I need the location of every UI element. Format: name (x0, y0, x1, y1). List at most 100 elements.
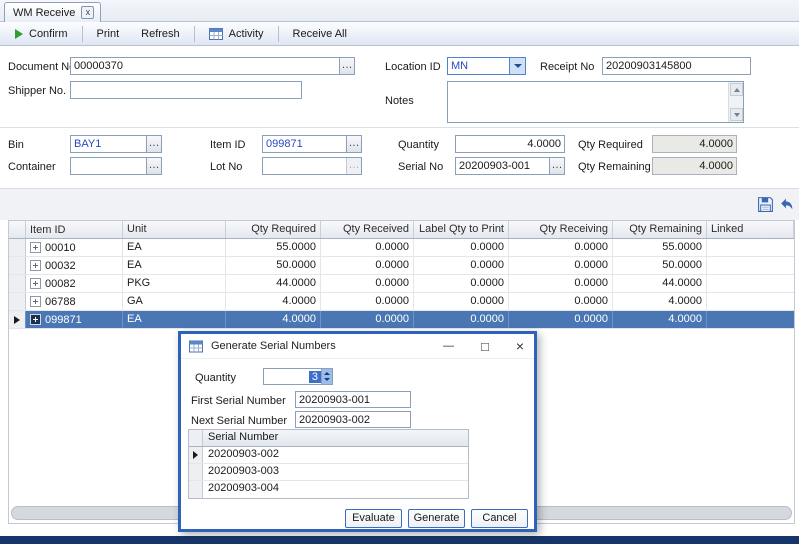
document-no-field[interactable]: 00000370 … (70, 57, 355, 75)
table-row[interactable]: 06788 GA 4.0000 0.0000 0.0000 0.0000 4.0… (9, 293, 794, 311)
column-header[interactable]: Label Qty to Print (414, 221, 509, 238)
toolbar-separator (194, 26, 195, 42)
row-selector[interactable] (9, 275, 26, 292)
receive-all-label: Receive All (293, 28, 347, 40)
shipper-no-label: Shipper No. (8, 85, 66, 97)
item-id-field[interactable]: 099871 … (262, 135, 362, 153)
column-header[interactable]: Qty Required (226, 221, 321, 238)
dialog-grid-icon (189, 340, 203, 353)
expand-icon[interactable] (30, 296, 41, 307)
spinner-buttons[interactable] (321, 369, 332, 384)
scroll-up-icon[interactable] (730, 83, 743, 96)
row-selector[interactable] (9, 239, 26, 256)
refresh-button[interactable]: Refresh (130, 24, 191, 44)
column-header[interactable]: Qty Received (321, 221, 414, 238)
print-button[interactable]: Print (86, 24, 131, 44)
save-icon[interactable] (757, 196, 774, 213)
qty-required-field: 4.0000 (652, 135, 737, 153)
maximize-icon[interactable]: □ (481, 339, 489, 354)
serial-row[interactable]: 20200903-002 (189, 447, 468, 464)
tab-title: WM Receive (13, 7, 75, 19)
current-row-arrow-icon (193, 451, 198, 459)
main-toolbar: Confirm Print Refresh Activity Receive A… (0, 22, 799, 46)
column-header[interactable]: Qty Remaining (613, 221, 707, 238)
serial-no-label: Serial No (398, 161, 443, 173)
close-icon[interactable]: × (516, 338, 524, 354)
document-no-browse-button[interactable]: … (339, 58, 354, 74)
generate-serial-numbers-dialog: Generate Serial Numbers — □ × Quantity 3… (178, 331, 537, 532)
minimize-icon[interactable]: — (443, 340, 454, 352)
window-bottom-edge (0, 536, 799, 544)
tab-strip: WM Receive x (0, 0, 799, 22)
expand-icon[interactable] (30, 314, 41, 325)
column-header[interactable]: Item ID (26, 221, 123, 238)
row-selector[interactable] (189, 464, 203, 480)
cancel-button[interactable]: Cancel (471, 509, 528, 528)
container-browse-button[interactable]: … (146, 158, 161, 174)
scroll-down-icon[interactable] (730, 108, 743, 121)
evaluate-button[interactable]: Evaluate (345, 509, 402, 528)
column-header[interactable]: Qty Receiving (509, 221, 613, 238)
item-id-label: Item ID (210, 139, 245, 151)
tab-close-icon[interactable]: x (81, 6, 94, 19)
table-row[interactable]: 00082 PKG 44.0000 0.0000 0.0000 0.0000 4… (9, 275, 794, 293)
shipper-no-field[interactable] (70, 81, 302, 99)
document-no-label: Document No (8, 61, 75, 73)
activity-button[interactable]: Activity (198, 24, 275, 44)
notes-scrollbar[interactable] (728, 82, 743, 122)
bin-field[interactable]: BAY1 … (70, 135, 162, 153)
generate-button[interactable]: Generate (408, 509, 465, 528)
grid-toolbar (0, 188, 799, 220)
next-serial-label: Next Serial Number (191, 415, 287, 427)
toolbar-separator (278, 26, 279, 42)
dialog-title: Generate Serial Numbers (211, 340, 336, 352)
dialog-quantity-label: Quantity (195, 372, 236, 384)
spin-down-icon (324, 378, 330, 381)
row-selector[interactable] (189, 481, 203, 498)
activity-label: Activity (229, 28, 264, 40)
dialog-titlebar[interactable]: Generate Serial Numbers — □ × (181, 334, 534, 359)
confirm-play-icon (15, 29, 23, 39)
current-row-arrow-icon (14, 316, 20, 324)
table-row[interactable]: 00032 EA 50.0000 0.0000 0.0000 0.0000 50… (9, 257, 794, 275)
grid-header-row: Item ID Unit Qty Required Qty Received L… (9, 221, 794, 239)
dialog-quantity-spinner[interactable]: 3 (263, 368, 333, 385)
lot-no-field[interactable]: … (262, 157, 362, 175)
first-serial-field[interactable]: 20200903-001 (295, 391, 411, 408)
serial-no-browse-button[interactable]: … (549, 158, 564, 174)
location-id-dropdown-button[interactable] (509, 58, 525, 74)
row-selector[interactable] (9, 257, 26, 274)
next-serial-field[interactable]: 20200903-002 (295, 411, 411, 428)
expand-icon[interactable] (30, 260, 41, 271)
item-id-browse-button[interactable]: … (346, 136, 361, 152)
location-id-label: Location ID (385, 61, 441, 73)
section-divider (0, 127, 799, 128)
chevron-down-icon (514, 64, 522, 68)
row-selector-active[interactable] (189, 447, 203, 463)
receive-all-button[interactable]: Receive All (282, 24, 358, 44)
serial-row[interactable]: 20200903-004 (189, 481, 468, 498)
column-header[interactable]: Linked (707, 221, 794, 238)
container-field[interactable]: … (70, 157, 162, 175)
bin-browse-button[interactable]: … (146, 136, 161, 152)
column-header[interactable]: Unit (123, 221, 226, 238)
notes-textarea[interactable] (447, 81, 744, 123)
lot-no-browse-button: … (346, 158, 361, 174)
expand-icon[interactable] (30, 278, 41, 289)
serial-no-field[interactable]: 20200903-001 … (455, 157, 565, 175)
confirm-label: Confirm (29, 28, 68, 40)
location-id-combobox[interactable]: MN (447, 57, 526, 75)
serial-row[interactable]: 20200903-003 (189, 464, 468, 481)
row-selector[interactable] (9, 293, 26, 310)
table-row-selected[interactable]: 099871 EA 4.0000 0.0000 0.0000 0.0000 4.… (9, 311, 794, 329)
table-row[interactable]: 00010 EA 55.0000 0.0000 0.0000 0.0000 55… (9, 239, 794, 257)
tab-wm-receive[interactable]: WM Receive x (4, 2, 101, 22)
quantity-label: Quantity (398, 139, 439, 151)
quantity-field[interactable]: 4.0000 (455, 135, 565, 153)
serial-number-column-header[interactable]: Serial Number (203, 430, 468, 446)
receipt-no-field[interactable]: 20200903145800 (602, 57, 751, 75)
confirm-button[interactable]: Confirm (4, 24, 79, 44)
row-selector-active[interactable] (9, 311, 26, 328)
undo-icon[interactable] (778, 196, 795, 213)
expand-icon[interactable] (30, 242, 41, 253)
